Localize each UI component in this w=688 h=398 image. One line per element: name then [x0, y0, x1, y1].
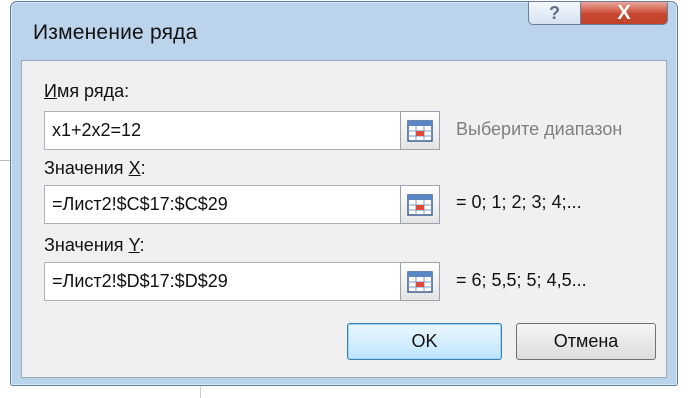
access-key: X — [128, 158, 141, 178]
series-edit-dialog: Изменение ряда ? X Имя ряда: x1+2x2=12 В… — [10, 1, 678, 386]
label-text: Значения — [44, 158, 129, 178]
close-icon: X — [617, 1, 631, 24]
x-values-input[interactable]: =Лист2!$C$17:$C$29 — [44, 185, 422, 224]
range-select-icon — [407, 193, 433, 216]
x-values-range-button[interactable] — [400, 185, 440, 224]
help-icon: ? — [549, 2, 560, 23]
title-bar[interactable]: Изменение ряда ? X — [11, 1, 677, 56]
help-button[interactable]: ? — [528, 1, 581, 25]
label-text: Значения — [44, 235, 129, 255]
ok-button[interactable]: OK — [347, 323, 502, 360]
dialog-title: Изменение ряда — [33, 21, 198, 44]
range-select-icon — [407, 119, 433, 142]
close-button[interactable]: X — [580, 1, 668, 25]
series-name-hint: Выберите диапазон — [456, 119, 623, 139]
x-values-label: Значения X: — [44, 158, 146, 179]
label-colon: : — [139, 235, 145, 255]
label-colon: : — [140, 158, 146, 178]
series-name-input[interactable]: x1+2x2=12 — [44, 111, 422, 150]
y-values-label: Значения Y: — [44, 235, 145, 256]
series-name-label: Имя ряда: — [44, 81, 129, 102]
x-values-preview: = 0; 1; 2; 3; 4;... — [456, 192, 582, 212]
y-values-range-button[interactable] — [400, 262, 440, 301]
dialog-body: Имя ряда: x1+2x2=12 Выберите диапазон Зн… — [21, 60, 667, 378]
access-key: И — [44, 81, 57, 101]
label-text: мя ряда: — [56, 81, 130, 101]
range-select-icon — [407, 270, 433, 293]
y-values-preview: = 6; 5,5; 5; 4,5... — [456, 270, 587, 290]
cancel-button[interactable]: Отмена — [516, 323, 656, 360]
y-values-input[interactable]: =Лист2!$D$17:$D$29 — [44, 262, 422, 301]
access-key: Y — [128, 235, 140, 255]
series-name-range-button[interactable] — [400, 111, 440, 150]
